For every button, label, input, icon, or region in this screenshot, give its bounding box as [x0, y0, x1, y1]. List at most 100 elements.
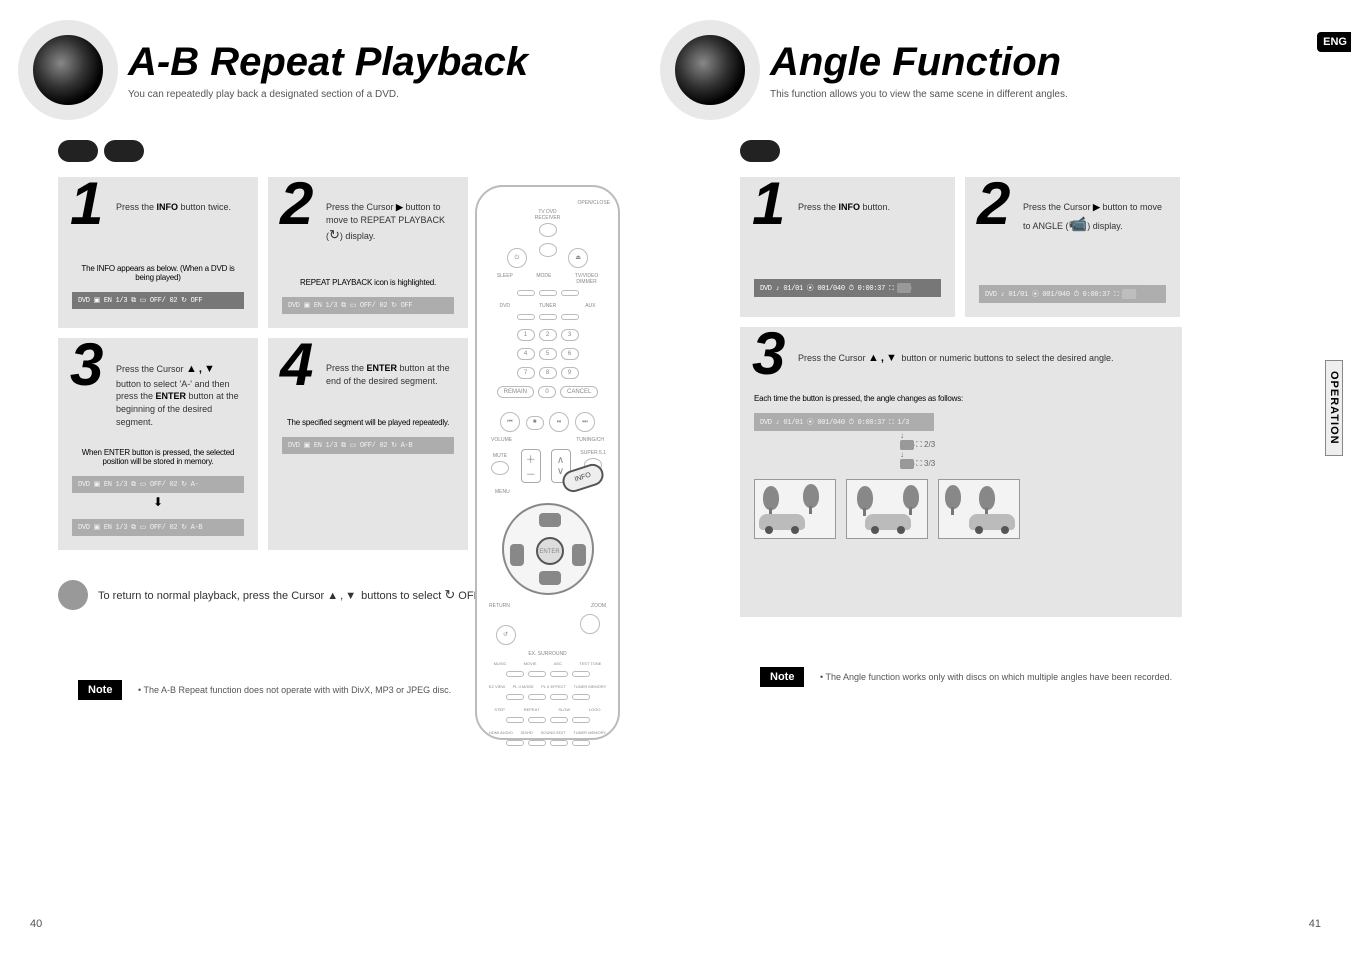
- osd-bar-r3: DVD ♪ 01/01 ⦿ 001/040 ⏱ 0:00:37 ⛶ 1/3: [754, 413, 934, 431]
- pleffect-button[interactable]: [550, 694, 568, 700]
- prev-button[interactable]: ⏮: [500, 412, 520, 432]
- repeat-icon: ↻: [444, 587, 455, 602]
- cursor-up-button[interactable]: [539, 513, 561, 527]
- osd-bar-1: DVD ▣ EN 1/3 ⧉ ▭ OFF/ 02 ↻ OFF: [72, 292, 244, 309]
- step-button[interactable]: [506, 717, 524, 723]
- slow-button[interactable]: [550, 717, 568, 723]
- return-button[interactable]: ↺: [496, 625, 516, 645]
- step-num-1: 1: [70, 169, 103, 238]
- tuner-button[interactable]: [539, 314, 557, 320]
- tunermem-button[interactable]: [572, 694, 590, 700]
- tv-button[interactable]: [539, 223, 557, 237]
- asc-button[interactable]: [550, 671, 568, 677]
- up-down-arrow-icon: ▲,▼: [327, 590, 358, 602]
- cursor-right-button[interactable]: [572, 544, 586, 566]
- angle-thumb-3: [938, 479, 1020, 539]
- num-6-button[interactable]: 6: [561, 348, 579, 360]
- logo-button[interactable]: [572, 717, 590, 723]
- step-2-text: Press the Cursor ▶ button to move to REP…: [326, 201, 454, 244]
- step-4-sub: The specified segment will be played rep…: [282, 418, 454, 427]
- remain-button[interactable]: REMAIN: [497, 386, 534, 398]
- movie-button[interactable]: [528, 671, 546, 677]
- osd-bar-4: DVD ▣ EN 1/3 ⧉ ▭ OFF/ 02 ↻ A-B: [282, 437, 454, 454]
- repeat-icon: ↻: [329, 227, 340, 242]
- plmode-button[interactable]: [528, 694, 546, 700]
- dpad: ENTER: [502, 503, 594, 595]
- soundedit-button[interactable]: [550, 740, 568, 746]
- step-r2-text: Press the Cursor ▶ button to move to ANG…: [1023, 201, 1166, 235]
- cursor-left-button[interactable]: [510, 544, 524, 566]
- note-text: • The A-B Repeat function does not opera…: [138, 684, 458, 698]
- num-5-button[interactable]: 5: [539, 348, 557, 360]
- remote-label-super51: SUPER 5.1: [580, 450, 606, 456]
- num-3-button[interactable]: 3: [561, 329, 579, 341]
- camera-icon: [1122, 289, 1136, 299]
- stop-button[interactable]: ■: [526, 416, 544, 430]
- num-9-button[interactable]: 9: [561, 367, 579, 379]
- mute-button[interactable]: [491, 461, 509, 475]
- remote-label-menu: MENU: [495, 489, 610, 495]
- remote-label-surround: EX. SURROUND: [485, 651, 610, 657]
- osd-bar-2: DVD ▣ EN 1/3 ⧉ ▭ OFF/ 02 ↻ OFF: [282, 297, 454, 314]
- camera-icon: 📹: [1069, 216, 1088, 233]
- num-0-button[interactable]: 0: [538, 386, 556, 398]
- num-2-button[interactable]: 2: [539, 329, 557, 341]
- angle-thumbnails: [754, 479, 1168, 539]
- step-4: 4 Press the ENTER button at the end of t…: [268, 338, 468, 550]
- step-1-sub: The INFO appears as below. (When a DVD i…: [72, 264, 244, 282]
- mode-button[interactable]: [539, 290, 557, 296]
- camera-icon: [900, 459, 914, 469]
- step-2: 2 Press the Cursor ▶ button to move to R…: [268, 177, 468, 328]
- num-8-button[interactable]: 8: [539, 367, 557, 379]
- remote-label-zoom: ZOOM: [591, 603, 606, 609]
- num-4-button[interactable]: 4: [517, 348, 535, 360]
- note-label-right: Note: [760, 667, 804, 687]
- step-4-text: Press the ENTER button at the end of the…: [326, 362, 454, 387]
- pill-vcd: [104, 140, 144, 162]
- repeat-button[interactable]: [528, 717, 546, 723]
- remote-label-mode: MODE: [536, 273, 551, 285]
- osd-bar-3a: DVD ▣ EN 1/3 ⧉ ▭ OFF/ 02 ↻ A-: [72, 476, 244, 493]
- power-button[interactable]: ⏻: [507, 248, 527, 268]
- step-1-text: Press the INFO button twice.: [116, 201, 244, 214]
- hdmiaudio-button[interactable]: [506, 740, 524, 746]
- bullet-circle-icon: [58, 580, 88, 610]
- tvvideo-button[interactable]: [561, 290, 579, 296]
- dvd-button[interactable]: [517, 314, 535, 320]
- remote-label-volume: VOLUME: [491, 437, 512, 443]
- volume-rocker[interactable]: ＋－: [521, 449, 541, 483]
- ezview-button[interactable]: [506, 694, 524, 700]
- num-7-button[interactable]: 7: [517, 367, 535, 379]
- camera-icon: [897, 283, 911, 293]
- remote-label-return: RETURN: [489, 603, 510, 609]
- num-1-button[interactable]: 1: [517, 329, 535, 341]
- step-r3-sub: Each time the button is pressed, the ang…: [754, 394, 1168, 403]
- tunermem2-button[interactable]: [572, 740, 590, 746]
- remote-label-mute: MUTE: [493, 453, 507, 459]
- remote-control-diagram: OPEN/CLOSE ⏻ TV DVD RECEIVER ⏏ SLEEP MOD…: [475, 185, 620, 740]
- sleep-button[interactable]: [517, 290, 535, 296]
- cursor-down-button[interactable]: [539, 571, 561, 585]
- music-button[interactable]: [506, 671, 524, 677]
- page-number-right: 41: [1309, 918, 1321, 930]
- testtone-button[interactable]: [572, 671, 590, 677]
- sdhd-button[interactable]: [528, 740, 546, 746]
- step-3-sub: When ENTER button is pressed, the select…: [72, 448, 244, 466]
- step-3-text: Press the Cursor ▲,▼ button to select 'A…: [116, 362, 244, 428]
- pill-dvd: [58, 140, 98, 162]
- zoom-button[interactable]: [580, 614, 600, 634]
- aux-button[interactable]: [561, 314, 579, 320]
- osd-bar-3b: DVD ▣ EN 1/3 ⧉ ▭ OFF/ 02 ↻ A-B: [72, 519, 244, 536]
- angle-thumb-1: [754, 479, 836, 539]
- play-pause-button[interactable]: ⏯: [549, 412, 569, 432]
- step-r1-text: Press the INFO button.: [798, 201, 941, 214]
- cancel-button[interactable]: CANCEL: [560, 386, 598, 398]
- eject-button[interactable]: ⏏: [568, 248, 588, 268]
- step-2-sub: REPEAT PLAYBACK icon is highlighted.: [282, 278, 454, 287]
- remote-label-tuning: TUNING/CH: [576, 437, 604, 443]
- next-button[interactable]: ⏭: [575, 412, 595, 432]
- right-step-2: 2 Press the Cursor ▶ button to move to A…: [965, 177, 1180, 317]
- receiver-button[interactable]: [539, 243, 557, 257]
- enter-button[interactable]: ENTER: [536, 537, 564, 565]
- step-num-3: 3: [70, 330, 103, 399]
